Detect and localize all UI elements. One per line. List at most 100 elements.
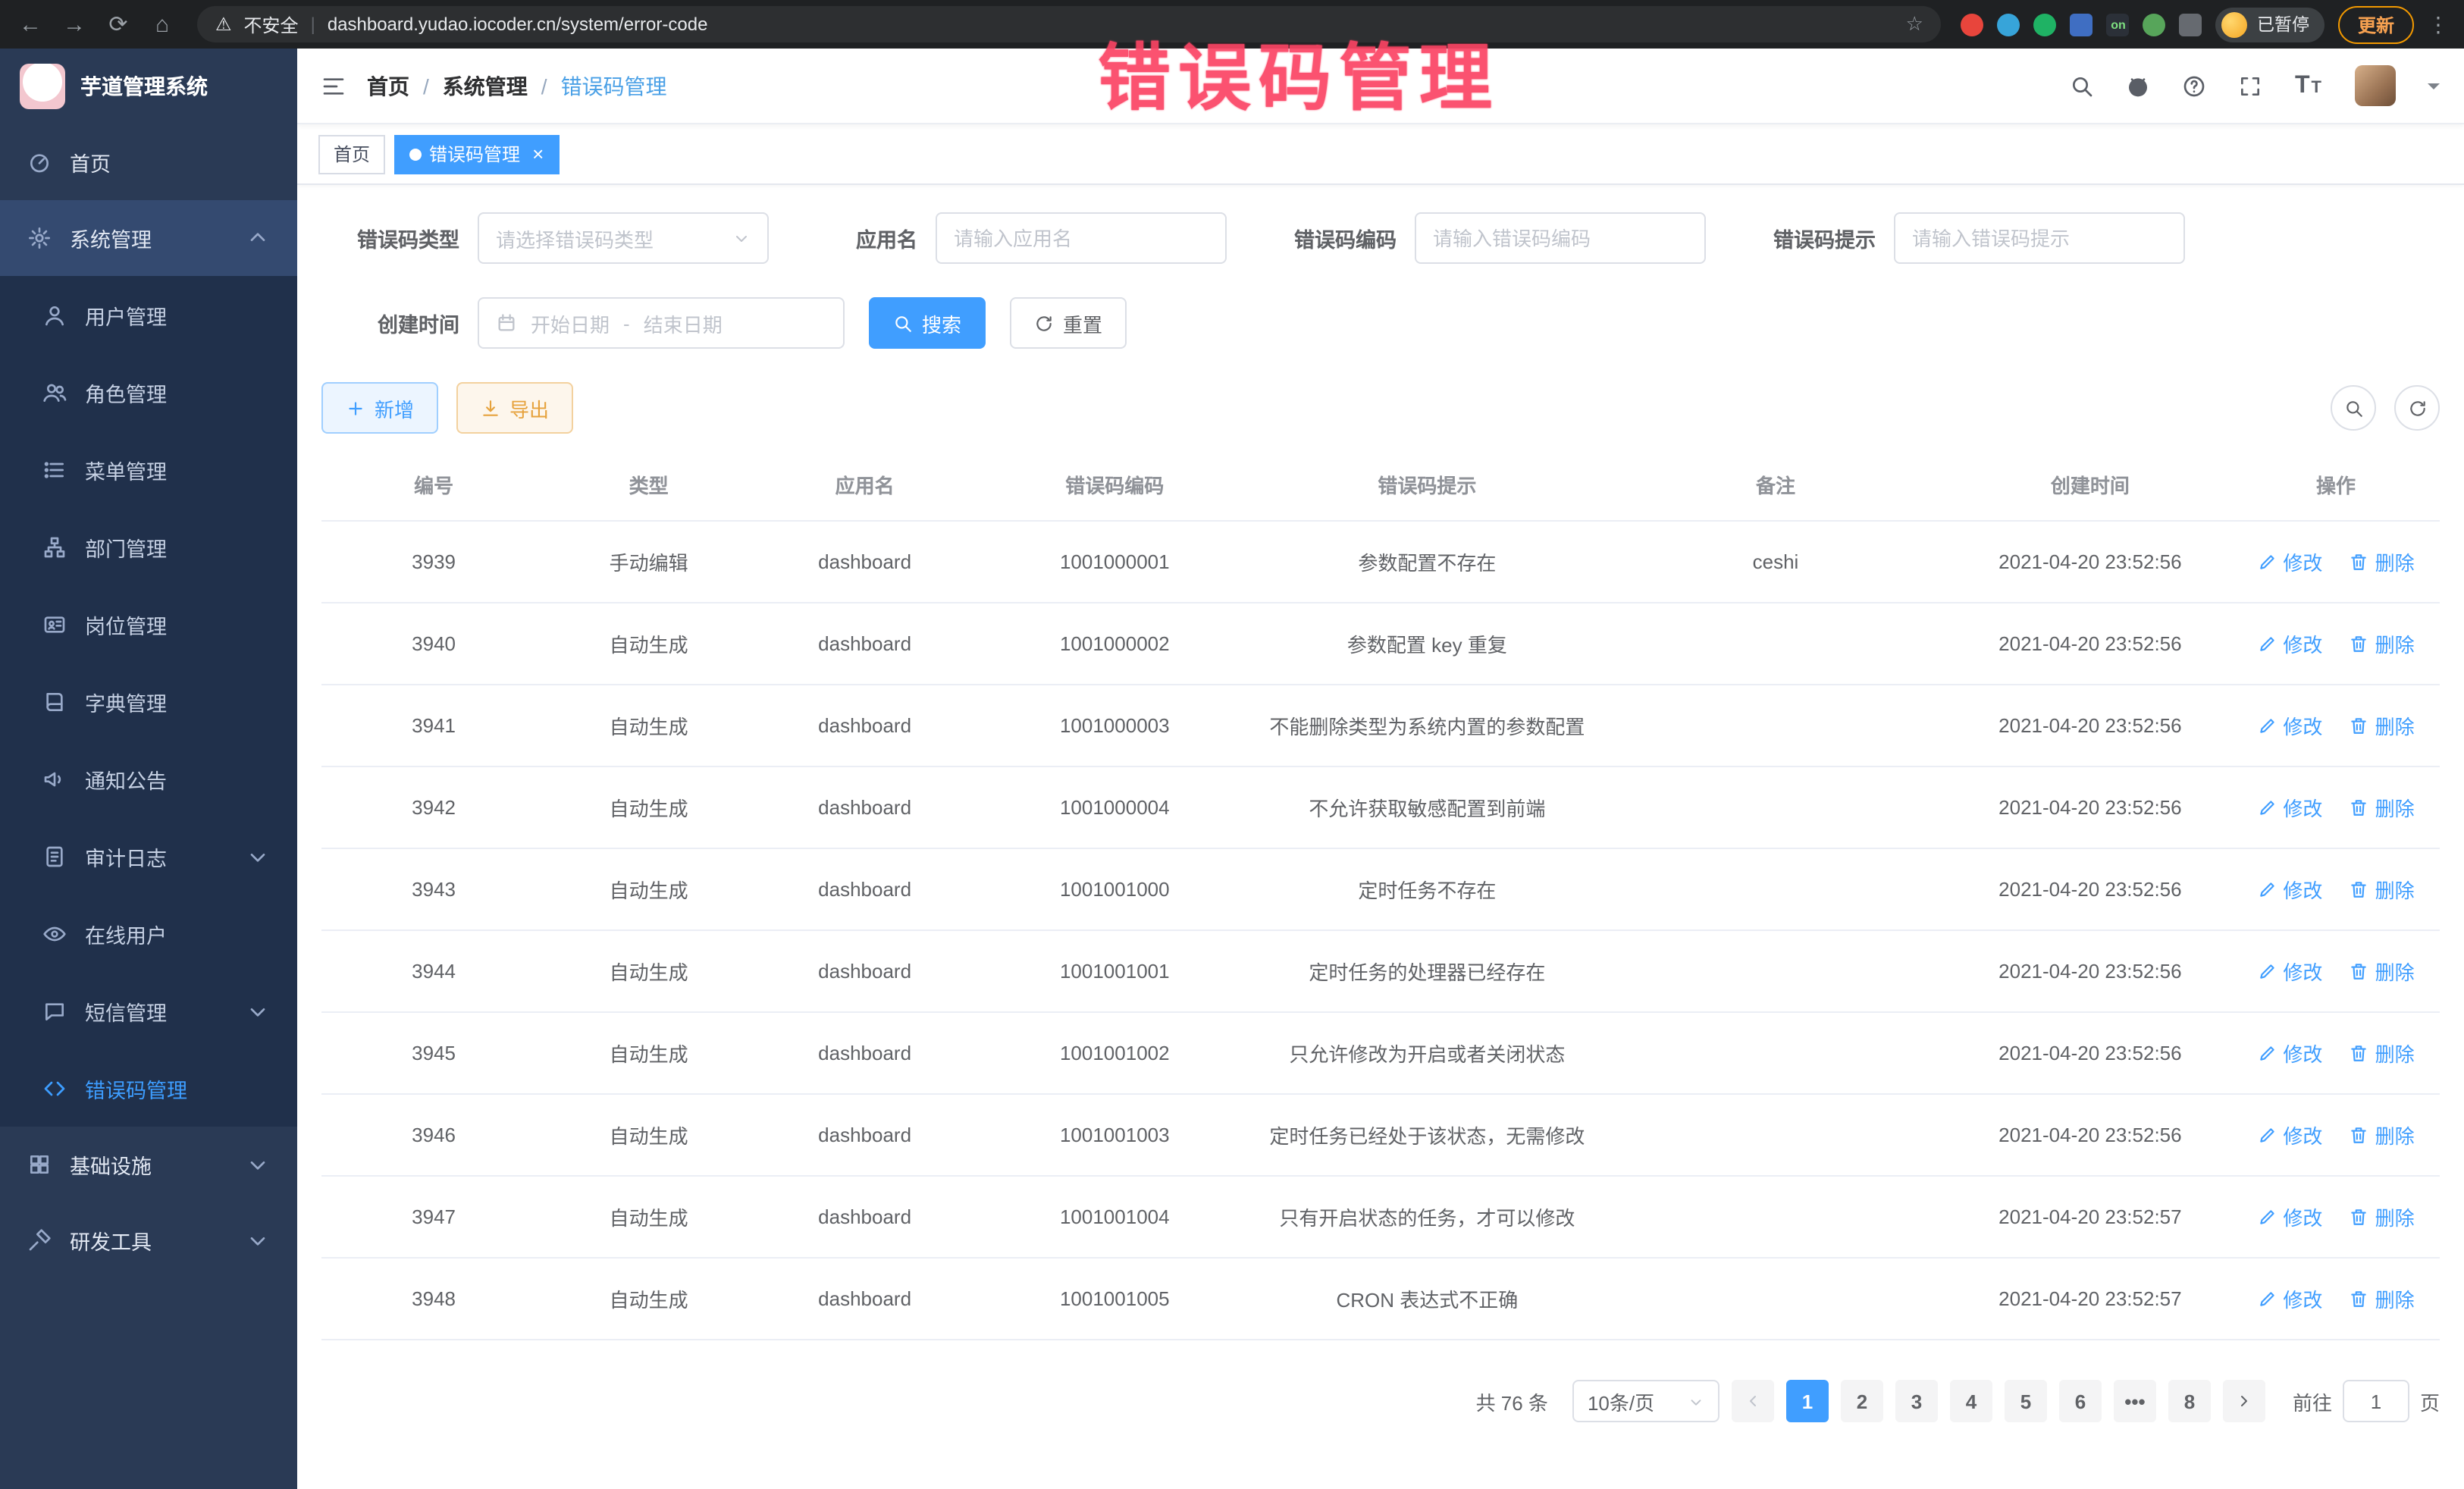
forward-icon[interactable]: → [59, 11, 89, 37]
col-header-msg: 错误码提示 [1252, 449, 1603, 521]
edit-link[interactable]: 修改 [2257, 1039, 2322, 1067]
extension-icon-grid[interactable] [2071, 13, 2093, 36]
sidebar-item-home[interactable]: 首页 [0, 124, 297, 200]
hamburger-icon[interactable] [321, 74, 346, 98]
goto-page: 前往 页 [2293, 1380, 2440, 1422]
error-msg-input[interactable] [1894, 212, 2185, 264]
menu-list-icon [42, 457, 67, 481]
page-button-1[interactable]: 1 [1786, 1380, 1829, 1422]
page-button-2[interactable]: 2 [1841, 1380, 1883, 1422]
error-type-select[interactable]: 请选择错误码类型 [478, 212, 769, 264]
address-bar[interactable]: ⚠ 不安全 | dashboard.yudao.iocoder.cn/syste… [197, 6, 1942, 42]
cell-code: 1001001002 [978, 1012, 1251, 1094]
sidebar-item-error-code-mgmt[interactable]: 错误码管理 [0, 1049, 297, 1127]
app-logo[interactable]: 芋道管理系统 [0, 49, 297, 124]
app-name-input[interactable] [936, 212, 1227, 264]
date-range-picker[interactable]: 开始日期 - 结束日期 [478, 297, 845, 349]
edit-link[interactable]: 修改 [2257, 957, 2322, 986]
edit-link[interactable]: 修改 [2257, 875, 2322, 904]
sidebar-item-role-mgmt[interactable]: 角色管理 [0, 353, 297, 431]
refresh-icon [1034, 313, 1054, 333]
sidebar-item-system[interactable]: 系统管理 [0, 200, 297, 276]
browser-profile-badge[interactable]: 已暂停 [2216, 7, 2324, 42]
add-button[interactable]: 新增 [321, 382, 438, 434]
delete-link[interactable]: 删除 [2350, 1039, 2415, 1067]
cell-app: dashboard [751, 603, 978, 685]
error-code-input[interactable] [1415, 212, 1706, 264]
table-toolbar: 新增 导出 [321, 382, 2440, 434]
filter-label-type: 错误码类型 [321, 223, 478, 253]
sidebar-item-notice[interactable]: 通知公告 [0, 740, 297, 817]
extension-icon-record[interactable] [1961, 13, 1984, 36]
sidebar-item-user-mgmt[interactable]: 用户管理 [0, 276, 297, 353]
sidebar-item-infrastructure[interactable]: 基础设施 [0, 1127, 297, 1202]
page-size-select[interactable]: 10条/页 [1572, 1380, 1719, 1422]
refresh-button[interactable] [2394, 385, 2440, 431]
sidebar-item-devtools[interactable]: 研发工具 [0, 1202, 297, 1278]
search-toggle-button[interactable] [2331, 385, 2376, 431]
edit-link[interactable]: 修改 [2257, 1202, 2322, 1231]
page-button-8[interactable]: 8 [2168, 1380, 2211, 1422]
browser-chrome: ← → ⟳ ⌂ ⚠ 不安全 | dashboard.yudao.iocoder.… [0, 0, 2464, 49]
delete-link[interactable]: 删除 [2350, 629, 2415, 658]
delete-link[interactable]: 删除 [2350, 547, 2415, 576]
sidebar-item-label: 研发工具 [70, 1225, 152, 1255]
delete-link[interactable]: 删除 [2350, 1121, 2415, 1149]
browser-menu-icon[interactable]: ⋮ [2428, 11, 2449, 37]
sidebar-item-online-users[interactable]: 在线用户 [0, 895, 297, 972]
font-size-icon[interactable]: TT [2295, 72, 2323, 99]
caret-down-icon[interactable] [2428, 83, 2440, 95]
edit-link[interactable]: 修改 [2257, 793, 2322, 822]
delete-link[interactable]: 删除 [2350, 1202, 2415, 1231]
page-button-5[interactable]: 5 [2005, 1380, 2047, 1422]
extension-icon-on[interactable]: on [2107, 13, 2130, 36]
reset-button[interactable]: 重置 [1010, 297, 1127, 349]
reload-icon[interactable]: ⟳ [103, 11, 133, 38]
plus-icon [346, 398, 365, 418]
edit-link[interactable]: 修改 [2257, 629, 2322, 658]
breadcrumb-system[interactable]: 系统管理 [443, 71, 528, 101]
search-button[interactable]: 搜索 [869, 297, 986, 349]
sidebar-item-post-mgmt[interactable]: 岗位管理 [0, 585, 297, 663]
search-icon[interactable] [2071, 74, 2095, 98]
goto-page-input[interactable] [2343, 1380, 2409, 1422]
sidebar-item-sms-mgmt[interactable]: 短信管理 [0, 972, 297, 1049]
page-button-6[interactable]: 6 [2059, 1380, 2102, 1422]
tab-error-code[interactable]: 错误码管理 × [394, 134, 559, 174]
table-row: 3940 自动生成 dashboard 1001000002 参数配置 key … [321, 603, 2440, 685]
user-avatar[interactable] [2355, 65, 2396, 106]
export-button[interactable]: 导出 [456, 382, 573, 434]
edit-link[interactable]: 修改 [2257, 1284, 2322, 1313]
extension-icon-green[interactable] [2034, 13, 2057, 36]
sidebar-item-audit-log[interactable]: 审计日志 [0, 817, 297, 895]
edit-link[interactable]: 修改 [2257, 547, 2322, 576]
delete-link[interactable]: 删除 [2350, 793, 2415, 822]
close-icon[interactable]: × [532, 144, 544, 164]
breadcrumb-home[interactable]: 首页 [367, 71, 409, 101]
github-icon[interactable] [2127, 74, 2151, 98]
extension-icon-drop[interactable] [1998, 13, 2020, 36]
sidebar-item-menu-mgmt[interactable]: 菜单管理 [0, 431, 297, 508]
browser-update-button[interactable]: 更新 [2338, 5, 2414, 43]
edit-link[interactable]: 修改 [2257, 1121, 2322, 1149]
home-icon[interactable]: ⌂ [147, 11, 177, 37]
star-icon[interactable]: ☆ [1906, 12, 1923, 36]
delete-link[interactable]: 删除 [2350, 711, 2415, 740]
prev-page-button[interactable] [1732, 1380, 1774, 1422]
page-button-3[interactable]: 3 [1895, 1380, 1938, 1422]
sidebar-item-dict-mgmt[interactable]: 字典管理 [0, 663, 297, 740]
sidebar-item-dept-mgmt[interactable]: 部门管理 [0, 508, 297, 585]
extension-icon-leaf[interactable] [2143, 13, 2166, 36]
pagination-ellipsis[interactable]: ••• [2114, 1380, 2156, 1422]
back-icon[interactable]: ← [15, 11, 45, 37]
delete-link[interactable]: 删除 [2350, 875, 2415, 904]
edit-link[interactable]: 修改 [2257, 711, 2322, 740]
delete-link[interactable]: 删除 [2350, 1284, 2415, 1313]
delete-link[interactable]: 删除 [2350, 957, 2415, 986]
tab-home[interactable]: 首页 [318, 134, 385, 174]
extensions-puzzle-icon[interactable] [2180, 13, 2202, 36]
page-button-4[interactable]: 4 [1950, 1380, 1992, 1422]
help-icon[interactable] [2183, 74, 2207, 98]
fullscreen-icon[interactable] [2239, 74, 2263, 98]
next-page-button[interactable] [2223, 1380, 2265, 1422]
